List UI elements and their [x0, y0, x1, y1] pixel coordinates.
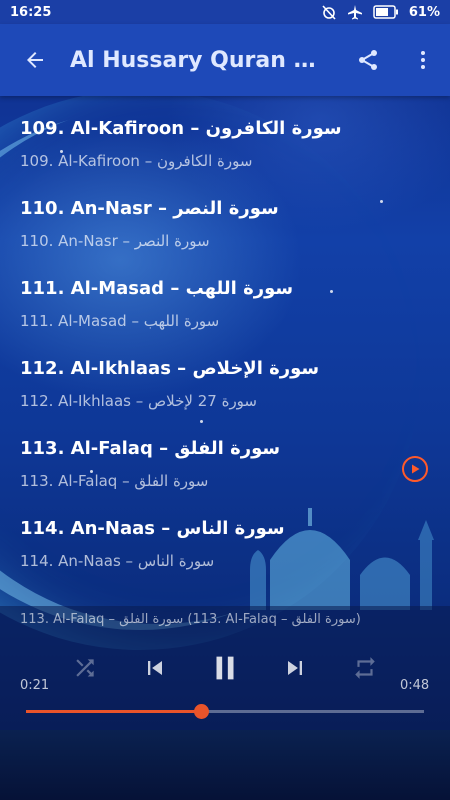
next-button[interactable]: [275, 648, 315, 688]
track-title: 113. Al-Falaq – سورة الفلق: [20, 438, 281, 459]
status-bar: 16:25 61%: [0, 0, 450, 24]
shuffle-icon: [76, 659, 94, 677]
overflow-menu-button[interactable]: [405, 42, 441, 78]
repeat-button[interactable]: [345, 648, 385, 688]
seek-bar-thumb[interactable]: [194, 704, 210, 719]
list-item[interactable]: 114. An-Naas – سورة الناس 114. An-Naas –…: [0, 496, 450, 576]
status-time: 16:25: [10, 4, 52, 20]
track-title: 112. Al-Ikhlaas – سورة الإخلاص: [20, 358, 320, 379]
airplane-icon: [347, 5, 362, 20]
bottom-area: [0, 730, 450, 800]
list-item[interactable]: 111. Al-Masad – سورة اللهب 111. Al-Masad…: [0, 256, 450, 336]
player-panel: 113. Al-Falaq – سورة الفلق (113. Al-Fala…: [0, 606, 450, 730]
back-button[interactable]: [0, 24, 70, 96]
track-subtitle: 109. Al-Kafiroon – سورة الكافرون: [20, 152, 253, 170]
skip-previous-icon: [148, 661, 162, 675]
play-circle-icon[interactable]: [402, 456, 428, 482]
track-list[interactable]: 109. Al-Kafiroon – سورة الكافرون 109. Al…: [0, 96, 450, 606]
pause-icon: [216, 656, 234, 680]
skip-next-icon: [288, 661, 302, 675]
total-time: 0:48: [400, 678, 430, 693]
seek-bar[interactable]: [26, 704, 424, 719]
track-subtitle: 112. Al-Ikhlaas – سورة 27 لإخلاص: [20, 392, 258, 410]
track-subtitle: 113. Al-Falaq – سورة الفلق: [20, 472, 209, 490]
list-item[interactable]: 110. An-Nasr – سورة النصر 110. An-Nasr –…: [0, 176, 450, 256]
track-subtitle: 110. An-Nasr – سورة النصر: [20, 232, 210, 250]
track-title: 110. An-Nasr – سورة النصر: [20, 198, 279, 219]
track-title: 114. An-Naas – سورة الناس: [20, 518, 285, 539]
track-subtitle: 111. Al-Masad – سورة اللهب: [20, 312, 220, 330]
play-triangle-icon: [412, 464, 420, 474]
now-playing-text: 113. Al-Falaq – سورة الفلق (113. Al-Fala…: [20, 612, 361, 627]
seek-bar-progress: [26, 710, 202, 713]
app-bar: Al Hussary Quran M...: [0, 24, 450, 96]
shuffle-button[interactable]: [65, 648, 105, 688]
back-arrow-icon: [27, 52, 43, 68]
previous-button[interactable]: [135, 648, 175, 688]
share-button[interactable]: [350, 42, 386, 78]
track-subtitle: 114. An-Naas – سورة الناس: [20, 552, 215, 570]
track-title: 109. Al-Kafiroon – سورة الكافرون: [20, 118, 342, 139]
list-item[interactable]: 109. Al-Kafiroon – سورة الكافرون 109. Al…: [0, 96, 450, 176]
app-title: Al Hussary Quran M...: [70, 47, 320, 73]
share-icon: [359, 50, 377, 70]
list-item[interactable]: 112. Al-Ikhlaas – سورة الإخلاص 112. Al-I…: [0, 336, 450, 416]
list-item-playing[interactable]: 113. Al-Falaq – سورة الفلق 113. Al-Falaq…: [0, 416, 450, 496]
more-vert-icon: [421, 51, 425, 69]
repeat-icon: [355, 657, 375, 679]
pause-button[interactable]: [205, 648, 245, 688]
battery-icon: [373, 5, 398, 19]
battery-percent: 61%: [408, 4, 440, 20]
alarm-off-icon: [322, 5, 336, 20]
elapsed-time: 0:21: [20, 678, 50, 693]
track-title: 111. Al-Masad – سورة اللهب: [20, 278, 294, 299]
